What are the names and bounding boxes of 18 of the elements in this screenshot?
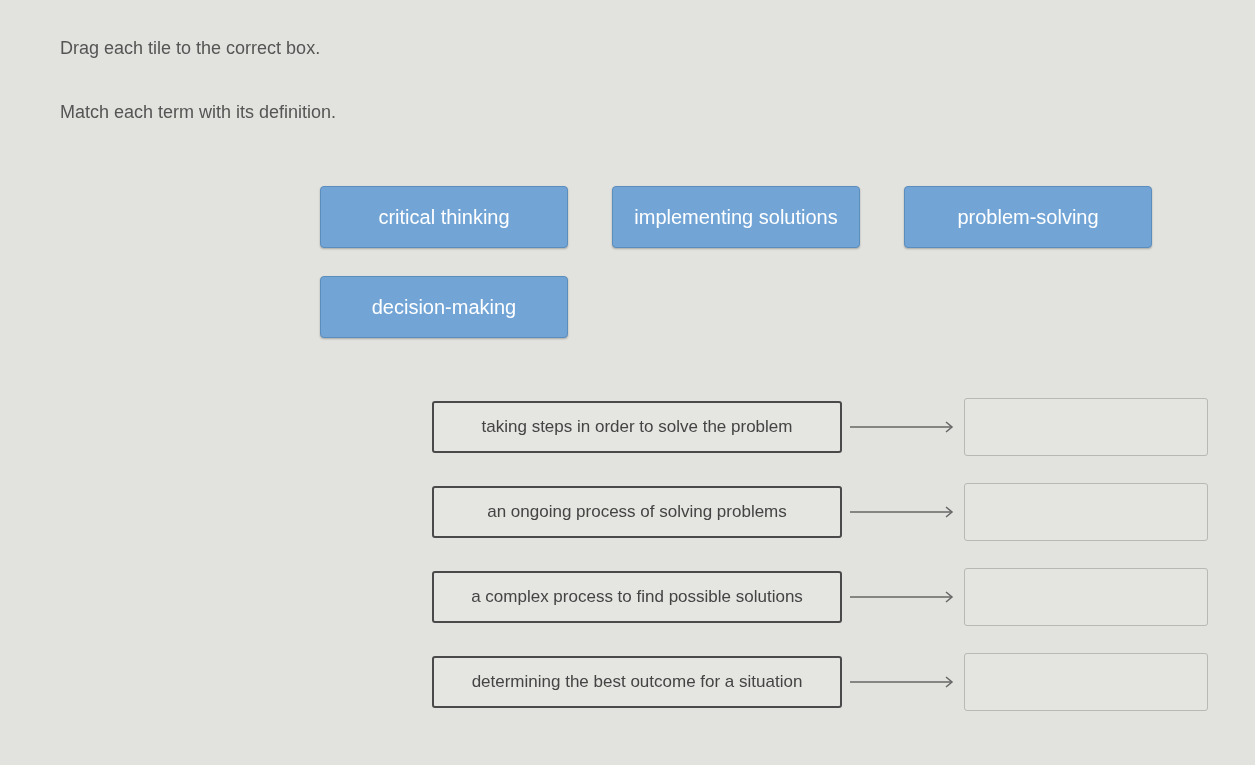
arrow-icon [850, 421, 954, 433]
drop-box[interactable] [964, 568, 1208, 626]
instruction-text: Match each term with its definition. [60, 101, 337, 124]
arrow-icon [850, 591, 954, 603]
drop-box[interactable] [964, 398, 1208, 456]
definition-text: a complex process to find possible solutions [432, 571, 842, 623]
arrow-icon [850, 676, 954, 688]
drop-box[interactable] [964, 483, 1208, 541]
instruction-text: Drag each tile to the correct box. [60, 37, 321, 60]
term-tile[interactable]: decision-making [320, 276, 568, 338]
drop-box[interactable] [964, 653, 1208, 711]
term-tile[interactable]: problem-solving [904, 186, 1152, 248]
arrow-icon [850, 506, 954, 518]
definition-text: an ongoing process of solving problems [432, 486, 842, 538]
term-tile[interactable]: implementing solutions [612, 186, 860, 248]
definition-text: determining the best outcome for a situation [432, 656, 842, 708]
definition-text: taking steps in order to solve the problem [432, 401, 842, 453]
term-tile[interactable]: critical thinking [320, 186, 568, 248]
